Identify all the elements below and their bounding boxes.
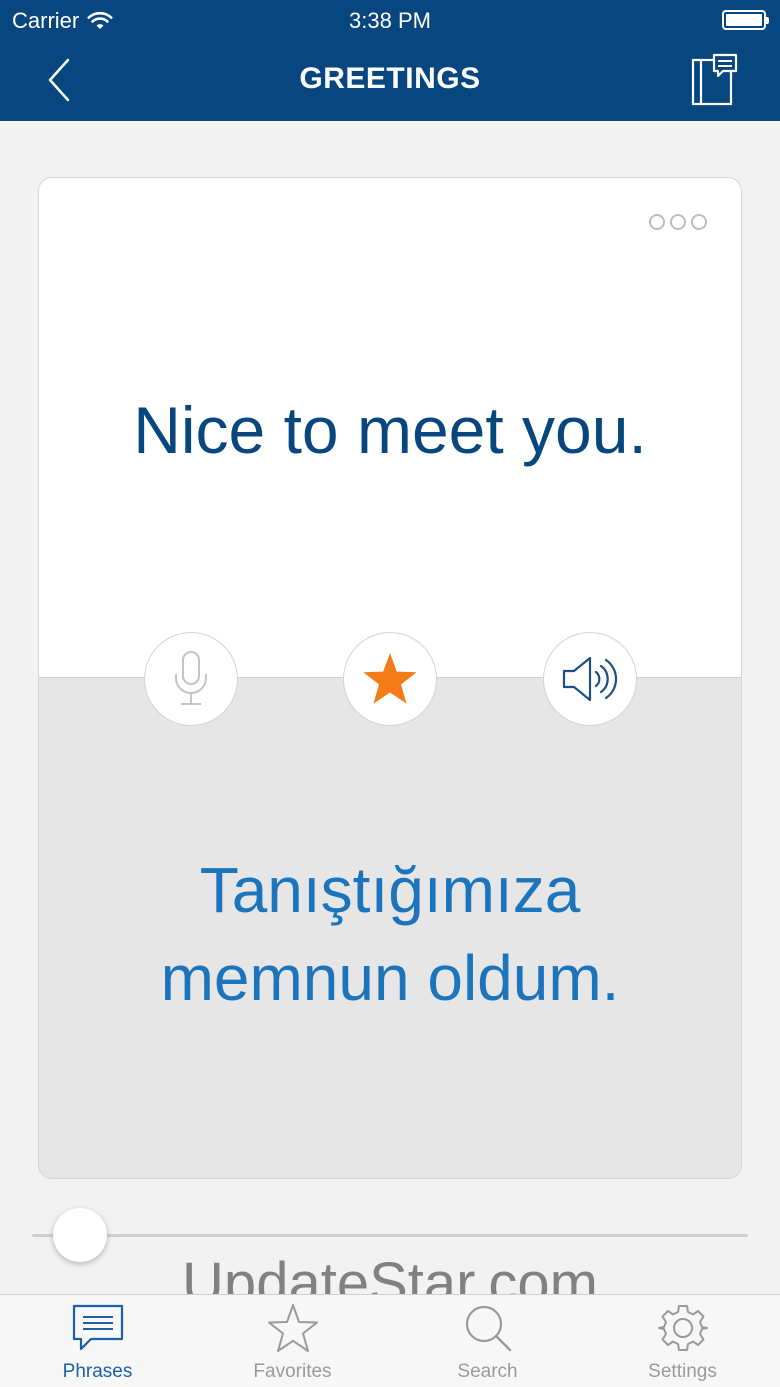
tab-settings-label: Settings — [648, 1361, 717, 1382]
phrase-slider-thumb[interactable] — [53, 1208, 107, 1262]
navigation-bar: GREETINGS — [0, 40, 780, 121]
star-icon — [363, 653, 417, 704]
page-title: GREETINGS — [299, 62, 481, 95]
tab-favorites[interactable]: Favorites — [195, 1295, 390, 1387]
battery-icon — [722, 10, 769, 30]
card-front: Nice to meet you. — [39, 178, 741, 678]
play-audio-button[interactable] — [543, 632, 637, 726]
search-icon — [465, 1305, 511, 1352]
status-bar: Carrier 3:38 PM — [0, 0, 780, 40]
speaker-icon — [562, 656, 618, 702]
translation-line-1: Tanıştığımıza — [199, 854, 581, 926]
tab-settings[interactable]: Settings — [585, 1295, 780, 1387]
phrase-slider-track[interactable] — [32, 1234, 748, 1237]
phrase-text: Nice to meet you. — [133, 393, 647, 467]
tab-phrases-label: Phrases — [62, 1361, 133, 1382]
status-time: 3:38 PM — [349, 8, 431, 33]
tab-bar: Phrases Favorites Search Settings — [0, 1294, 780, 1387]
more-options-icon[interactable] — [649, 214, 707, 230]
speech-bubble-icon — [72, 1304, 123, 1351]
translation-line-2: memnun oldum. — [160, 942, 620, 1014]
gear-icon — [657, 1305, 708, 1351]
star-outline-icon — [267, 1304, 318, 1352]
microphone-icon — [175, 651, 207, 705]
translation-text: Tanıştığımıza memnun oldum. — [39, 846, 741, 1022]
notes-button[interactable] — [690, 52, 740, 108]
favorite-button[interactable] — [343, 632, 437, 726]
notebook-icon — [691, 53, 738, 106]
tab-favorites-label: Favorites — [253, 1361, 332, 1382]
tab-search[interactable]: Search — [390, 1295, 585, 1387]
tab-search-label: Search — [457, 1361, 518, 1382]
record-button[interactable] — [144, 632, 238, 726]
tab-phrases[interactable]: Phrases — [0, 1295, 195, 1387]
